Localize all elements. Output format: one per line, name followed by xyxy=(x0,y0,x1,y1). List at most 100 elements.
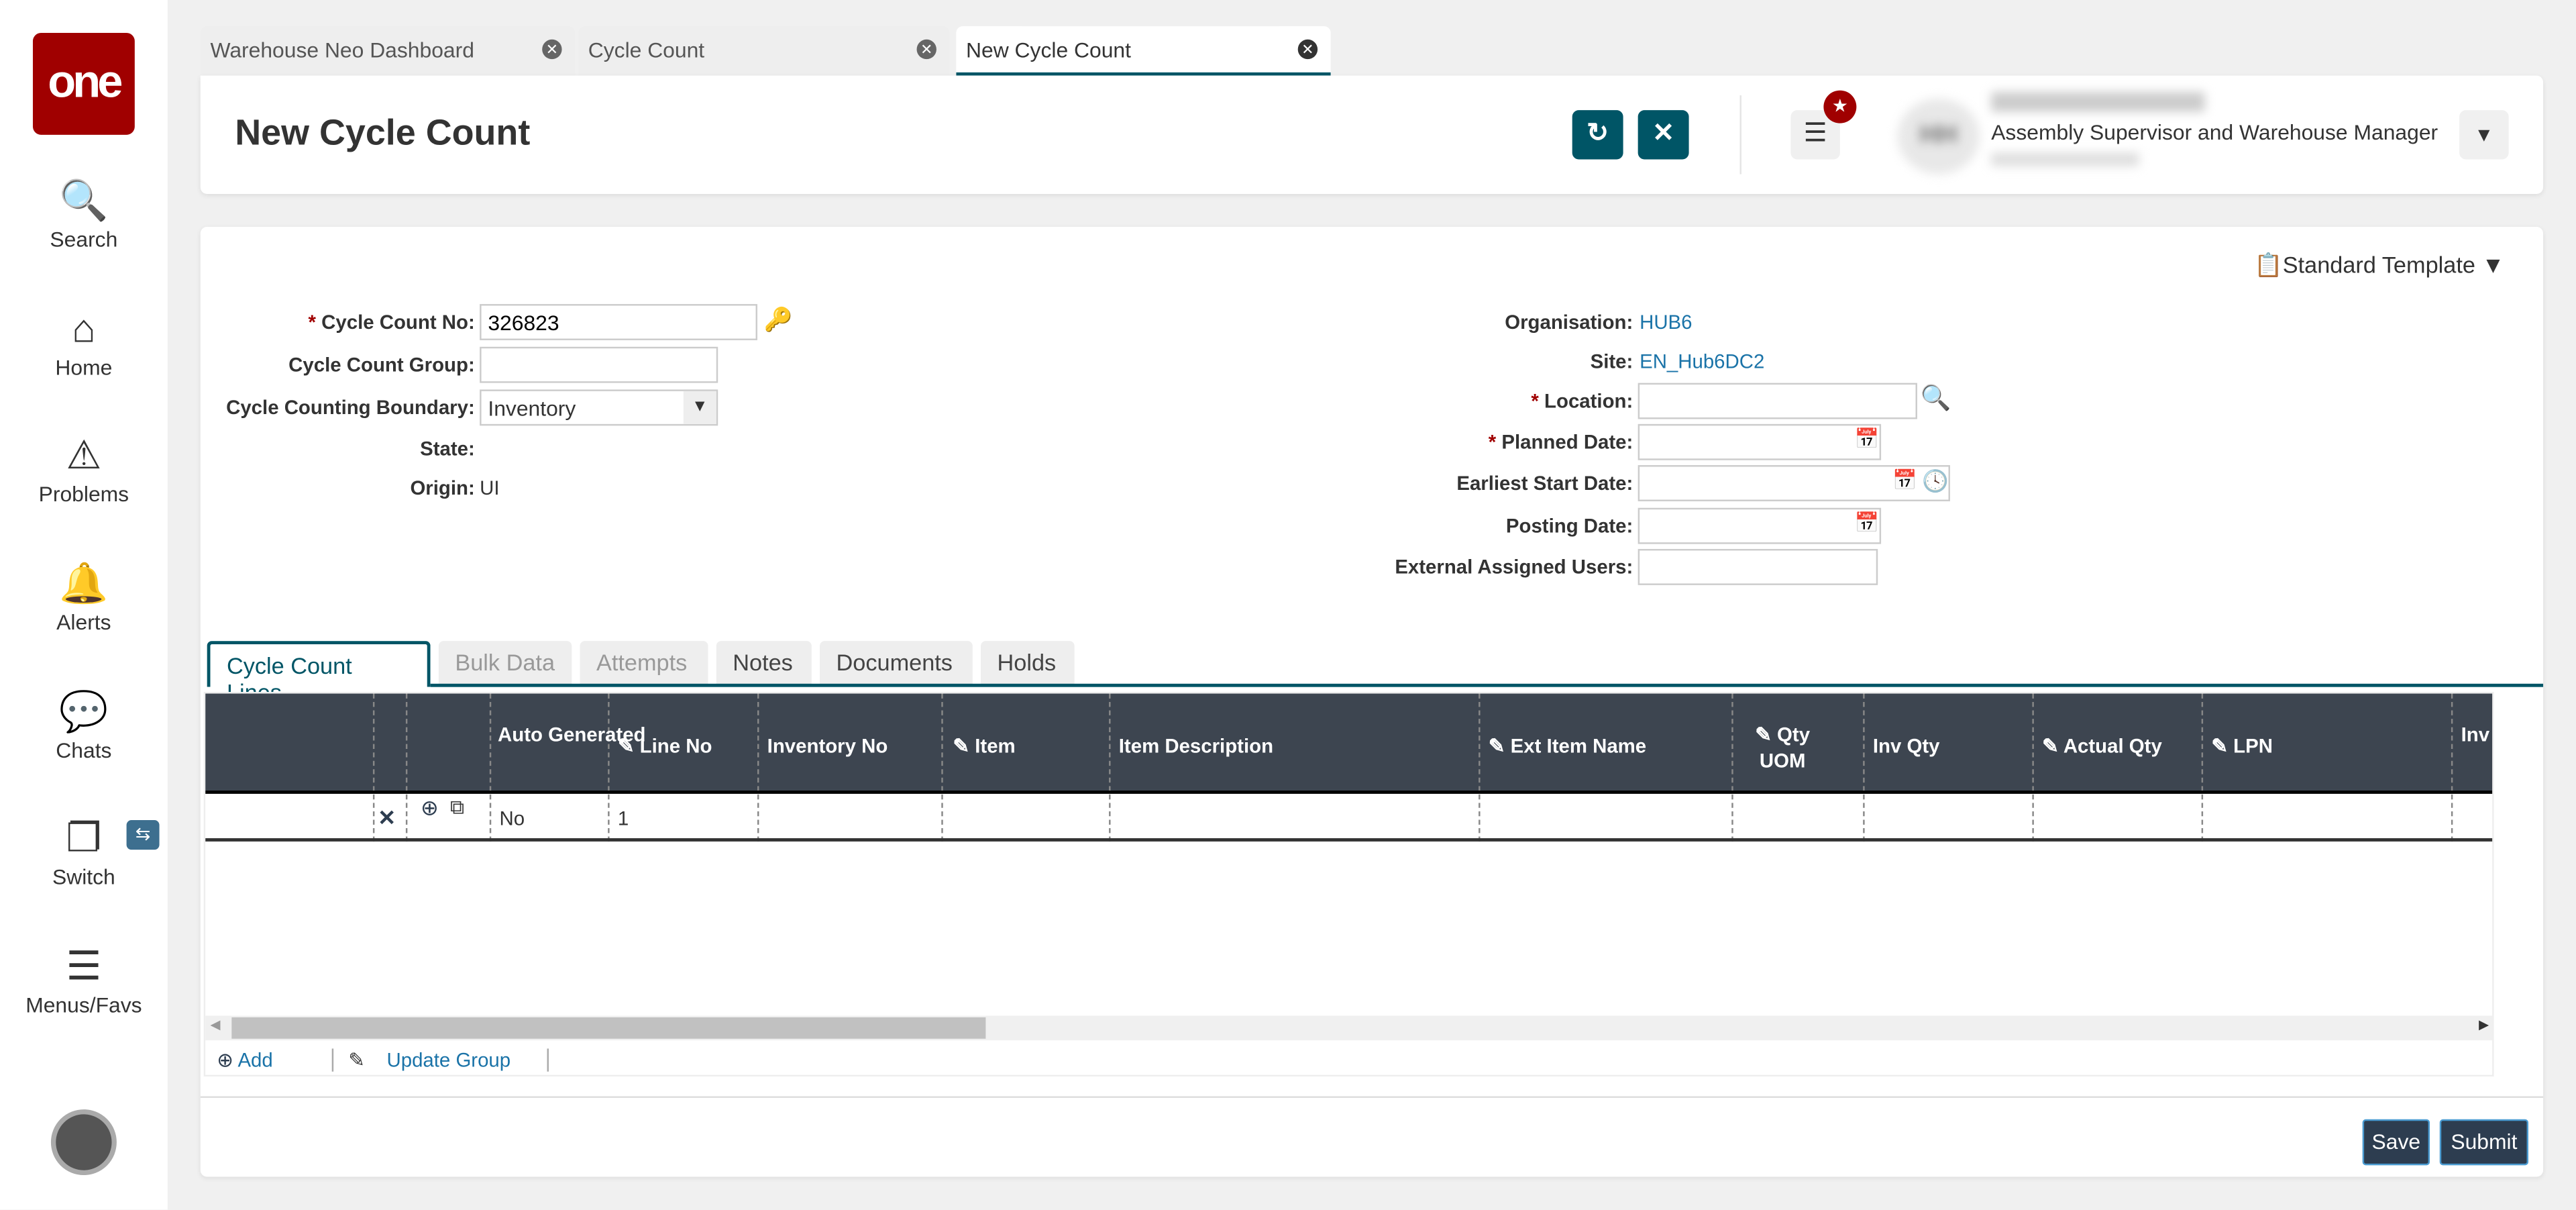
boundary-value: Inventory xyxy=(488,396,576,421)
cycle-count-no-input[interactable] xyxy=(480,304,757,340)
close-tab-icon[interactable]: ✕ xyxy=(542,39,562,60)
calendar-icon[interactable]: 📅 xyxy=(1855,427,1880,450)
edit-icon: ✎ xyxy=(2211,734,2228,758)
col-actual-qty[interactable]: ✎ Actual Qty xyxy=(2042,735,2162,758)
sidebar-item-home[interactable]: ⌂ Home xyxy=(0,306,168,380)
calendar-icon[interactable]: 📅 xyxy=(1892,468,1917,491)
nav-label: Chats xyxy=(56,738,112,763)
tab-warehouse-dashboard[interactable]: Warehouse Neo Dashboard ✕ xyxy=(200,26,576,76)
key-icon[interactable]: 🔑 xyxy=(764,306,793,334)
scroll-left-icon: ◀ xyxy=(210,1017,221,1032)
tab-documents[interactable]: Documents xyxy=(820,641,973,686)
chat-icon: 💬 xyxy=(59,690,109,735)
cycle-count-group-input[interactable] xyxy=(480,346,718,383)
earliest-start-date-label: Earliest Start Date: xyxy=(1456,471,1633,495)
sidebar-item-search[interactable]: 🔍 Search xyxy=(0,177,168,252)
site-label: Site: xyxy=(1590,350,1633,373)
logo[interactable]: one xyxy=(32,32,135,135)
col-ext-item-name[interactable]: ✎ Ext Item Name xyxy=(1489,735,1646,758)
add-line-button[interactable]: ⊕ Add xyxy=(217,1048,272,1071)
calendar-icon[interactable]: 📅 xyxy=(1855,511,1880,534)
horizontal-scrollbar[interactable]: ◀ ▶ xyxy=(205,1015,2493,1041)
close-tab-icon[interactable]: ✕ xyxy=(1297,39,1318,60)
origin-label: Origin: xyxy=(410,476,475,500)
submit-button[interactable]: Submit xyxy=(2439,1119,2529,1166)
delete-row-icon[interactable]: ✕ xyxy=(378,805,396,831)
search-location-icon[interactable]: 🔍 xyxy=(1921,383,1951,413)
chevron-down-icon: ▼ xyxy=(683,391,716,424)
nav-label: Search xyxy=(50,226,118,252)
page-header: New Cycle Count ↻ ✕ ☰ ★ HH Assembly Supe… xyxy=(200,75,2544,194)
col-item-description[interactable]: Item Description xyxy=(1119,735,1273,758)
cycle-count-no-label: * Cycle Count No: xyxy=(308,310,475,334)
boundary-select[interactable]: Inventory ▼ xyxy=(480,389,718,426)
sidebar-item-chats[interactable]: 💬 Chats xyxy=(0,689,168,763)
nav-label: Alerts xyxy=(56,609,111,635)
bell-icon: 🔔 xyxy=(59,562,109,607)
nav-label: Switch xyxy=(52,864,115,889)
edit-icon: ✎ xyxy=(953,734,970,758)
user-avatar[interactable] xyxy=(50,1109,117,1176)
tab-cycle-count-lines[interactable]: Cycle Count Lines xyxy=(207,641,431,705)
tab-holds[interactable]: Holds xyxy=(981,641,1075,686)
template-selector[interactable]: 📋Standard Template ▼ xyxy=(2254,252,2504,280)
auto-generated-cell: No xyxy=(499,807,525,830)
posting-date-input[interactable] xyxy=(1638,507,1882,544)
external-users-input[interactable] xyxy=(1638,548,1878,585)
planned-date-input[interactable] xyxy=(1638,423,1882,460)
search-icon: 🔍 xyxy=(59,179,109,224)
save-button[interactable]: Save xyxy=(2362,1119,2430,1166)
edit-icon: ✎ xyxy=(1755,723,1772,746)
tab-notes[interactable]: Notes xyxy=(716,641,812,686)
tab-attempts[interactable]: Attempts xyxy=(580,641,708,686)
tab-new-cycle-count[interactable]: New Cycle Count ✕ xyxy=(956,26,1331,76)
menu-icon: ☰ xyxy=(66,945,102,990)
col-qty-uom[interactable]: ✎ Qty UOM xyxy=(1741,721,1823,774)
user-avatar: HH xyxy=(1897,98,1980,174)
sidebar-item-problems[interactable]: ⚠ Problems xyxy=(0,432,168,507)
col-inv-qty[interactable]: Inv Qty xyxy=(1873,735,1940,758)
location-label: * Location: xyxy=(1531,389,1633,413)
close-button[interactable]: ✕ xyxy=(1638,110,1689,160)
sidebar-item-menus[interactable]: ☰ Menus/Favs xyxy=(0,944,168,1017)
tab-cycle-count[interactable]: Cycle Count ✕ xyxy=(578,26,950,76)
site-link[interactable]: EN_Hub6DC2 xyxy=(1640,350,1764,373)
add-row-icon[interactable]: ⊕ xyxy=(421,795,439,821)
copy-row-icon[interactable]: ⧉ xyxy=(450,795,464,820)
edit-lines-icon: ✎ xyxy=(348,1048,365,1072)
update-group-button[interactable]: ✎ Update Group xyxy=(348,1048,511,1071)
page-title: New Cycle Count xyxy=(235,111,531,153)
table-row: ✕ ⊕ ⧉ No 1 xyxy=(205,794,2493,842)
origin-value: UI xyxy=(480,476,500,500)
nav-label: Home xyxy=(55,354,113,380)
divider xyxy=(1739,95,1741,174)
user-name-blurred xyxy=(1991,92,2205,112)
tab-label: Warehouse Neo Dashboard xyxy=(210,38,474,63)
col-inv-pack[interactable]: Inv Pack xyxy=(2461,721,2493,748)
col-lpn[interactable]: ✎ LPN xyxy=(2211,735,2273,758)
col-item[interactable]: ✎ Item xyxy=(953,735,1015,758)
col-line-no[interactable]: ✎ Line No xyxy=(618,735,712,758)
cycle-count-lines-grid: Auto Generated ✎ Line No Inventory No ✎ … xyxy=(203,692,2494,1077)
boundary-label: Cycle Counting Boundary: xyxy=(226,396,475,419)
scrollbar-thumb[interactable] xyxy=(231,1017,986,1039)
col-inventory-no[interactable]: Inventory No xyxy=(767,735,888,758)
user-dropdown-chevron-icon[interactable]: ▼ xyxy=(2459,110,2509,160)
tab-label: New Cycle Count xyxy=(966,38,1131,63)
organisation-link[interactable]: HUB6 xyxy=(1640,311,1692,334)
edit-icon: ✎ xyxy=(617,734,635,758)
tab-label: Cycle Count xyxy=(588,38,705,63)
clock-icon[interactable]: 🕓 xyxy=(1922,468,1949,495)
user-email-blurred xyxy=(1991,152,2139,166)
favorite-star-icon: ★ xyxy=(1823,90,1857,123)
location-input[interactable] xyxy=(1638,383,1917,419)
close-tab-icon[interactable]: ✕ xyxy=(916,39,936,60)
tab-bulk-data[interactable]: Bulk Data xyxy=(438,641,572,686)
template-label: Standard Template xyxy=(2282,251,2475,278)
refresh-button[interactable]: ↻ xyxy=(1572,110,1623,160)
divider xyxy=(547,1048,549,1072)
footer-divider xyxy=(200,1096,2544,1098)
line-no-cell: 1 xyxy=(617,807,629,830)
sidebar-item-alerts[interactable]: 🔔 Alerts xyxy=(0,560,168,635)
external-users-label: External Assigned Users: xyxy=(1395,555,1633,579)
